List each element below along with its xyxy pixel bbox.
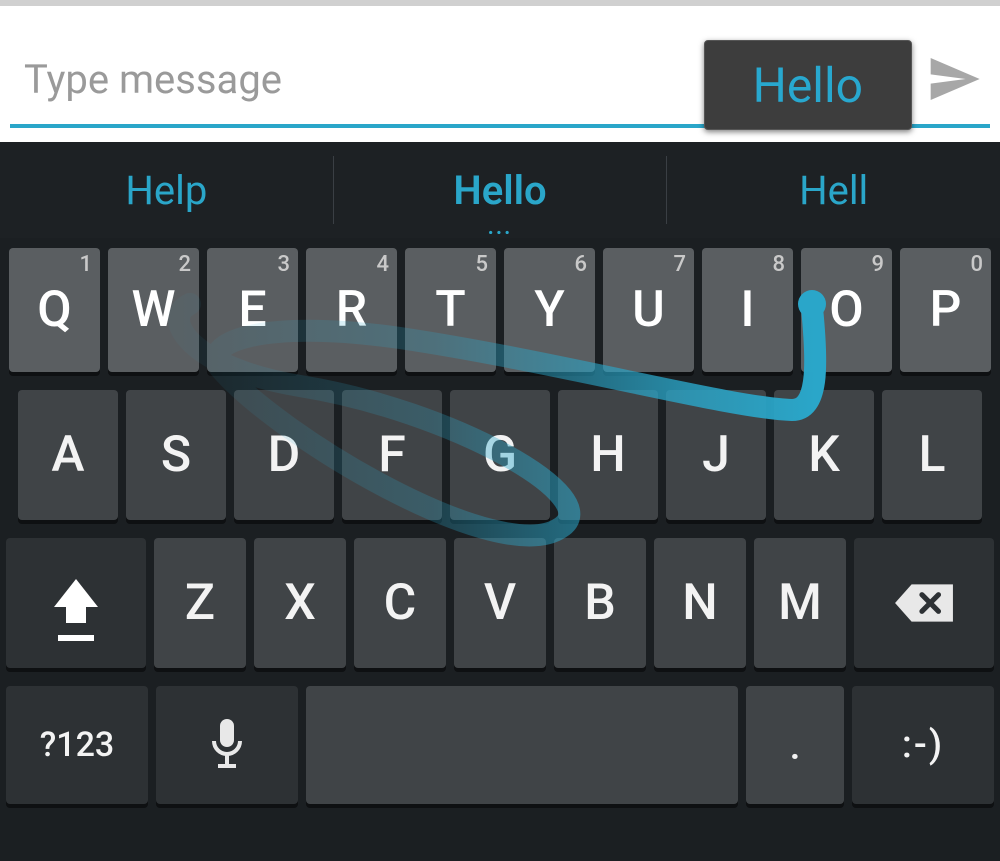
key-l[interactable]: L	[882, 390, 982, 520]
suggestion-left[interactable]: Help	[0, 142, 333, 238]
suggestion-center-label: Hello	[453, 167, 546, 214]
key-space[interactable]	[306, 686, 738, 804]
key-e[interactable]: E3	[207, 248, 298, 372]
key-v[interactable]: V	[454, 538, 546, 668]
key-symbols[interactable]: ?123	[6, 686, 148, 804]
key-q[interactable]: Q1	[9, 248, 100, 372]
key-row-3: Z X C V B N M	[6, 538, 994, 668]
key-o[interactable]: O9	[801, 248, 892, 372]
key-g[interactable]: G	[450, 390, 550, 520]
key-k[interactable]: K	[774, 390, 874, 520]
key-a[interactable]: A	[18, 390, 118, 520]
keyboard: Q1 W2 E3 R4 T5 Y6 U7 I8 O9 P0 A S D F G …	[0, 238, 1000, 818]
key-emoticon[interactable]: :-)	[852, 686, 994, 804]
key-j[interactable]: J	[666, 390, 766, 520]
more-suggestions-indicator: ...	[488, 224, 513, 232]
key-voice-input[interactable]	[156, 686, 298, 804]
message-compose-bar: Type message Hello	[0, 0, 1000, 142]
key-shift[interactable]	[6, 538, 146, 668]
key-n[interactable]: N	[654, 538, 746, 668]
key-y[interactable]: Y6	[504, 248, 595, 372]
key-backspace[interactable]	[854, 538, 994, 668]
key-w[interactable]: W2	[108, 248, 199, 372]
key-r[interactable]: R4	[306, 248, 397, 372]
key-x[interactable]: X	[254, 538, 346, 668]
key-z[interactable]: Z	[154, 538, 246, 668]
swipe-prediction-tooltip: Hello	[704, 40, 912, 130]
key-row-2: A S D F G H J K L	[6, 390, 994, 520]
backspace-icon	[893, 582, 955, 624]
key-c[interactable]: C	[354, 538, 446, 668]
suggestion-strip: Help Hello ... Hell	[0, 142, 1000, 238]
key-period[interactable]: .	[746, 686, 844, 804]
key-b[interactable]: B	[554, 538, 646, 668]
key-p[interactable]: P0	[900, 248, 991, 372]
key-d[interactable]: D	[234, 390, 334, 520]
key-u[interactable]: U7	[603, 248, 694, 372]
suggestion-right[interactable]: Hell	[667, 142, 1000, 238]
key-t[interactable]: T5	[405, 248, 496, 372]
key-f[interactable]: F	[342, 390, 442, 520]
key-row-4: ?123 . :-)	[6, 686, 994, 804]
key-row-1: Q1 W2 E3 R4 T5 Y6 U7 I8 O9 P0	[6, 248, 994, 372]
key-s[interactable]: S	[126, 390, 226, 520]
key-i[interactable]: I8	[702, 248, 793, 372]
suggestion-center[interactable]: Hello ...	[334, 142, 667, 238]
shift-icon	[54, 579, 98, 627]
microphone-icon	[207, 717, 247, 773]
key-m[interactable]: M	[754, 538, 846, 668]
send-icon[interactable]	[918, 51, 990, 113]
key-h[interactable]: H	[558, 390, 658, 520]
